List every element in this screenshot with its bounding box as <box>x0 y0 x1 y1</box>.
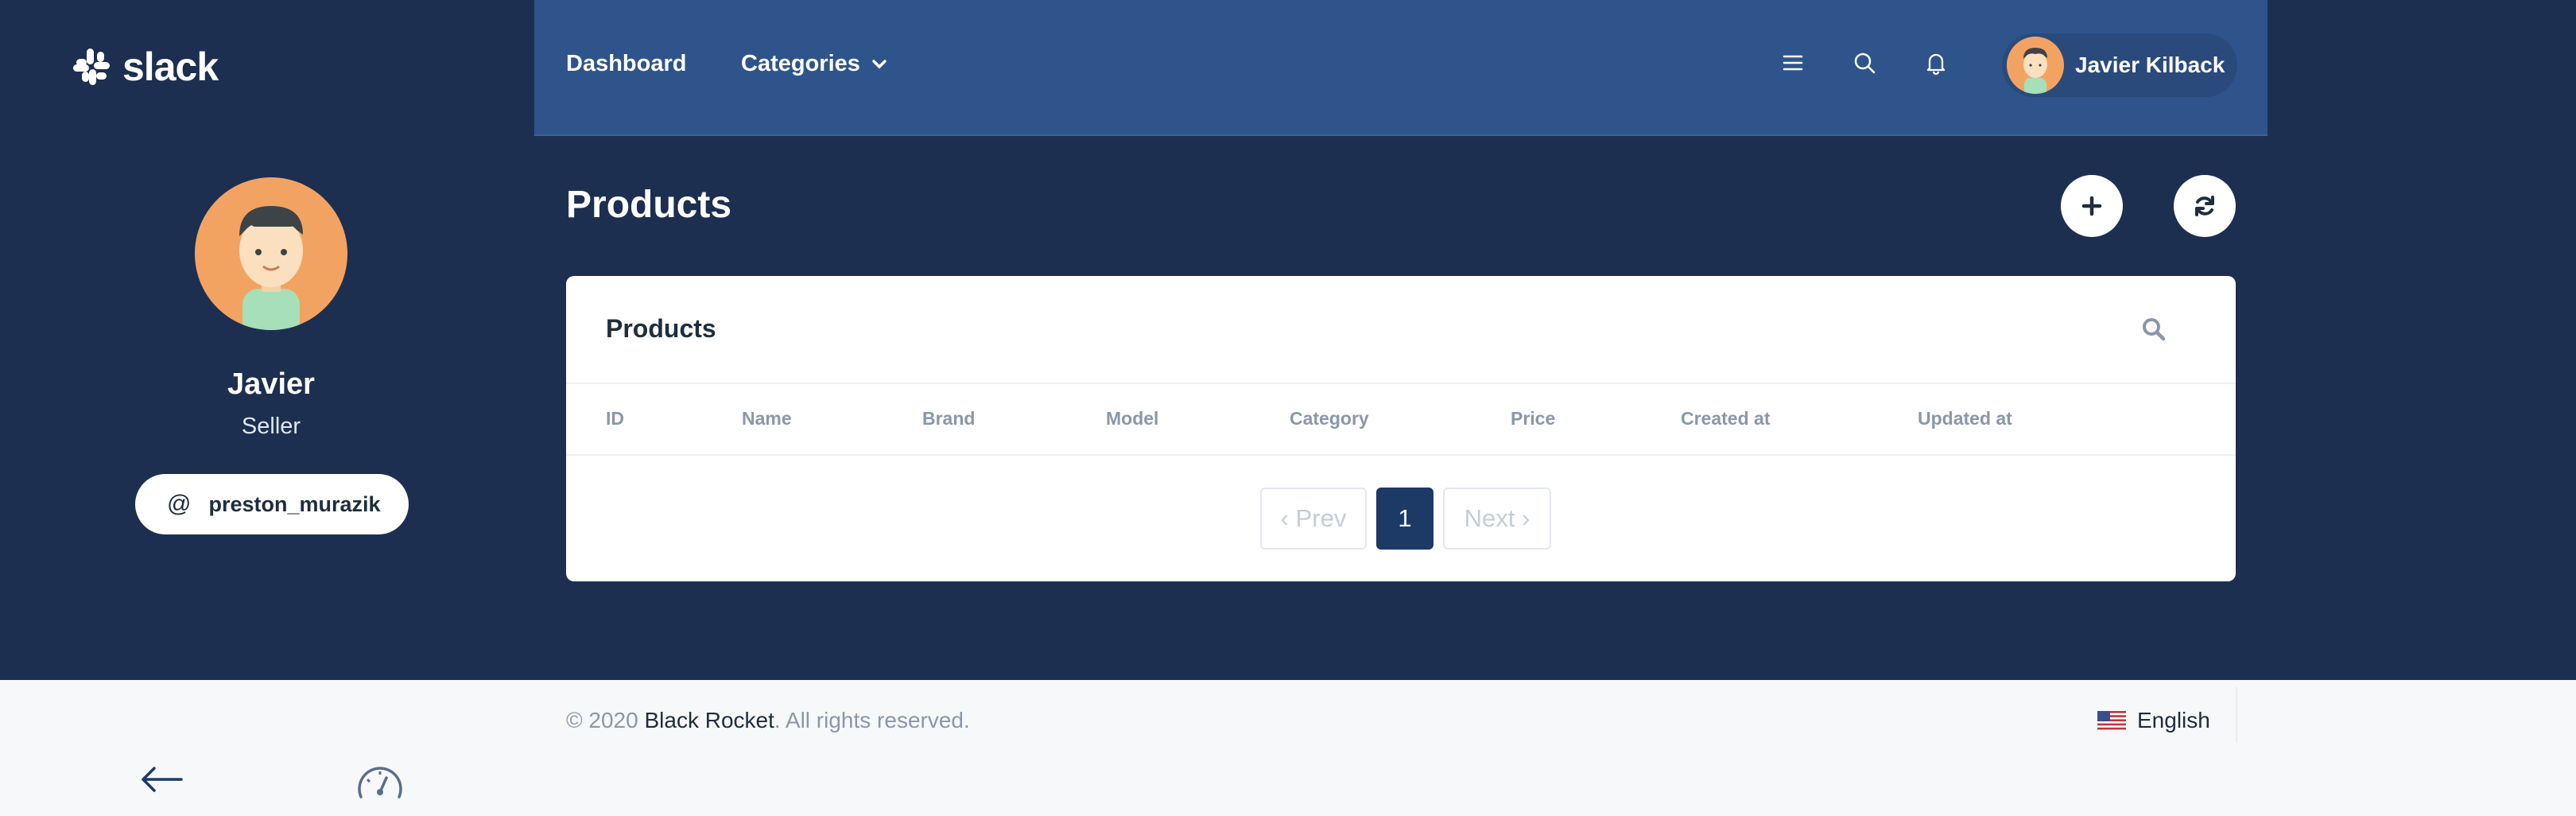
products-card: Products ID Name Brand Model Category Pr… <box>566 276 2236 581</box>
card-title: Products <box>606 314 716 343</box>
menu-icon[interactable] <box>1779 49 1806 76</box>
column-header-model[interactable]: Model <box>1106 408 1158 429</box>
user-name: Javier Kilback <box>2075 52 2225 77</box>
at-icon: @ <box>167 491 192 517</box>
footer-copyright: © 2020 Black Rocket. All rights reserved… <box>566 708 970 733</box>
user-avatar <box>2007 37 2064 94</box>
add-product-button[interactable] <box>2061 175 2123 237</box>
refresh-button[interactable] <box>2174 175 2236 237</box>
profile-name: Javier <box>227 367 315 401</box>
profile-avatar <box>195 177 347 330</box>
footer-divider <box>2236 687 2237 743</box>
language-label: English <box>2137 708 2210 732</box>
column-header-updated-at[interactable]: Updated at <box>1918 408 2012 429</box>
company-link[interactable]: Black Rocket <box>644 708 774 732</box>
search-icon[interactable] <box>1851 49 1878 76</box>
page-title: Products <box>566 184 732 226</box>
column-header-name[interactable]: Name <box>742 408 792 429</box>
user-menu[interactable]: Javier Kilback <box>2002 33 2237 97</box>
chevron-down-icon <box>872 59 886 68</box>
refresh-icon <box>2195 196 2214 216</box>
page-1-button[interactable]: 1 <box>1376 488 1433 550</box>
plus-icon <box>2081 196 2102 216</box>
pagination: ‹ Prev 1 Next › <box>566 488 2236 550</box>
profile-role: Seller <box>241 414 301 439</box>
bell-icon[interactable] <box>1922 49 1949 76</box>
main-content: Dashboard Categories Javier Kilback Prod… <box>534 0 2268 816</box>
username-pill[interactable]: @ preston_murazik <box>135 474 409 534</box>
copyright-suffix: . All rights reserved. <box>774 708 970 732</box>
nav-categories-label: Categories <box>741 51 860 76</box>
column-header-brand[interactable]: Brand <box>922 408 975 429</box>
us-flag-icon <box>2097 711 2126 730</box>
nav-dashboard-link[interactable]: Dashboard <box>566 51 686 77</box>
language-selector[interactable]: English <box>2097 708 2210 733</box>
column-header-created-at[interactable]: Created at <box>1681 408 1770 429</box>
speedometer-icon[interactable] <box>355 760 405 805</box>
sidebar: slack Javier Seller @ preston_murazik <box>0 0 534 816</box>
column-header-id[interactable]: ID <box>606 408 624 429</box>
copyright-prefix: © 2020 <box>566 708 645 732</box>
column-header-category[interactable]: Category <box>1290 408 1369 429</box>
table-search-icon[interactable] <box>2140 316 2167 343</box>
username-label: preston_murazik <box>208 492 381 516</box>
prev-page-button[interactable]: ‹ Prev <box>1260 488 1367 550</box>
nav-categories-dropdown[interactable]: Categories <box>741 51 887 77</box>
logo-text: slack <box>122 45 219 89</box>
card-header: Products <box>566 276 2236 384</box>
back-arrow-icon[interactable] <box>140 764 184 795</box>
table-header-row: ID Name Brand Model Category Price Creat… <box>566 384 2236 456</box>
next-page-button[interactable]: Next › <box>1443 488 1551 550</box>
column-header-price[interactable]: Price <box>1511 408 1555 429</box>
slack-logo[interactable]: slack <box>72 45 219 89</box>
top-navbar: Dashboard Categories Javier Kilback <box>534 0 2268 136</box>
slack-logo-icon <box>73 49 110 85</box>
